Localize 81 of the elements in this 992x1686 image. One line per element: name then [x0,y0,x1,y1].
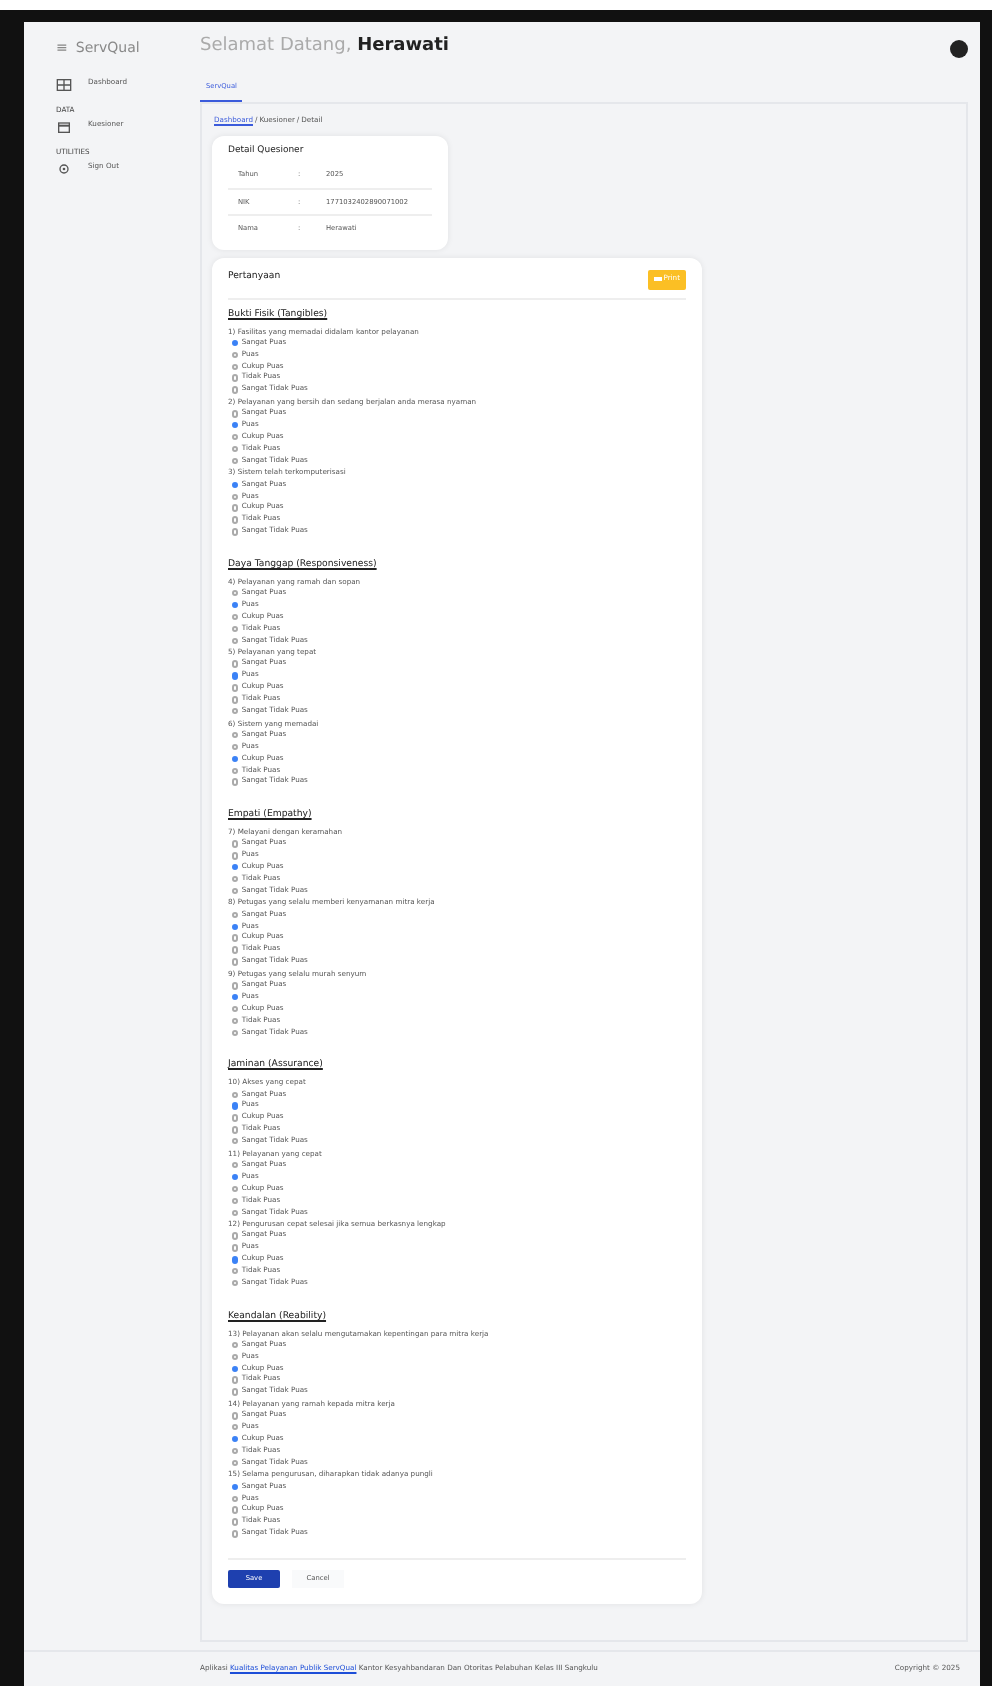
radio-button[interactable] [232,1447,239,1455]
radio-button[interactable] [232,1435,239,1443]
radio-button[interactable] [232,1102,239,1110]
radio-button[interactable] [232,982,239,990]
radio-button[interactable] [232,1341,239,1349]
gear-icon [56,161,72,175]
calendar-icon [56,119,72,133]
radio-button[interactable] [232,1244,239,1252]
radio-button[interactable] [232,1459,239,1467]
radio-button[interactable] [232,1197,239,1205]
radio-button[interactable] [232,1232,239,1240]
radio-button[interactable] [232,840,239,848]
radio-button[interactable] [232,1017,239,1025]
radio-button[interactable] [232,493,239,500]
radio-button[interactable] [232,1506,239,1514]
radio-button[interactable] [232,601,239,609]
radio-button[interactable] [232,852,239,860]
greeting-title: Selamat Datang, Herawati [200,34,450,61]
radio-button[interactable] [232,1185,239,1193]
radio-button[interactable] [232,516,239,524]
radio-button[interactable] [232,1483,239,1491]
radio-button[interactable] [232,731,239,739]
radio-button[interactable] [232,1495,239,1502]
radio-button[interactable] [232,433,239,441]
radio-button[interactable] [232,339,239,347]
radio-button[interactable] [232,457,239,465]
radio-button[interactable] [232,1138,239,1145]
radio-button[interactable] [232,1114,239,1122]
radio-button[interactable] [232,613,239,621]
radio-button[interactable] [232,1353,239,1361]
radio-button[interactable] [232,958,239,966]
radio-button[interactable] [232,778,239,786]
radio-button[interactable] [232,923,239,930]
radio-button[interactable] [232,445,239,453]
radio-button[interactable] [232,887,239,895]
printer-icon [653,276,662,283]
radio-button[interactable] [232,743,239,751]
radio-button[interactable] [232,386,239,394]
radio-button[interactable] [232,1029,239,1037]
radio-button[interactable] [232,1256,239,1264]
radio-button[interactable] [232,1126,239,1134]
radio-button[interactable] [232,504,239,512]
radio-button[interactable] [232,374,239,382]
radio-button[interactable] [232,660,239,668]
avatar-icon[interactable] [950,39,968,57]
radio-button[interactable] [232,1376,239,1384]
radio-button[interactable] [232,1268,239,1275]
radio-button[interactable] [232,1091,239,1098]
radio-button[interactable] [232,1279,239,1287]
radio-button[interactable] [232,481,239,489]
radio-button[interactable] [232,864,239,871]
grid-icon [56,77,72,91]
radio-button[interactable] [232,672,239,680]
radio-button[interactable] [232,637,239,644]
radio-button[interactable] [232,911,239,919]
radio-button[interactable] [232,934,239,942]
radio-button[interactable] [232,875,239,883]
radio-button[interactable] [232,755,239,763]
radio-button[interactable] [232,528,239,536]
radio-button[interactable] [232,684,239,692]
radio-button[interactable] [232,1005,239,1013]
radio-button[interactable] [232,363,239,370]
radio-button[interactable] [232,351,239,359]
radio-button[interactable] [232,1161,239,1169]
radio-button[interactable] [232,410,239,418]
radio-button[interactable] [232,696,239,704]
radio-button[interactable] [232,767,239,774]
radio-button[interactable] [232,422,239,429]
radio-button[interactable] [232,590,239,597]
radio-button[interactable] [232,1209,239,1216]
radio-button[interactable] [232,946,239,954]
radio-button[interactable] [232,1518,239,1526]
radio-button[interactable] [232,1530,239,1538]
radio-button[interactable] [232,708,239,715]
radio-button[interactable] [232,1173,239,1181]
radio-button[interactable] [232,1412,239,1420]
radio-button[interactable] [232,994,239,1001]
radio-button[interactable] [232,1365,239,1372]
radio-button[interactable] [232,625,239,633]
radio-button[interactable] [232,1424,239,1431]
radio-button[interactable] [232,1388,239,1396]
